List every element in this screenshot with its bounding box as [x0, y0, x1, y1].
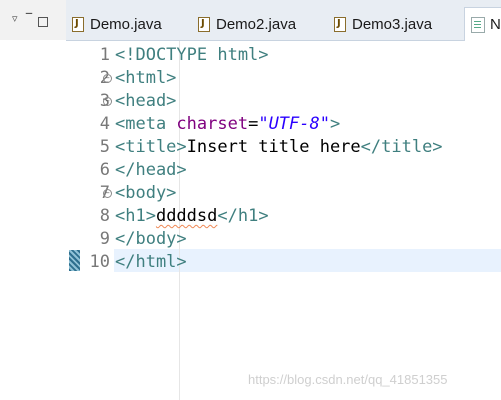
code-line[interactable]: 5 <title>Insert title here</title>: [66, 136, 501, 159]
tab-label: Ne: [490, 16, 501, 33]
code-token: ddddsd: [155, 206, 218, 226]
tab-label: Demo3.java: [352, 15, 433, 33]
code-token: <head>: [115, 91, 177, 111]
code-token: >: [329, 114, 341, 134]
line-number: 10: [89, 252, 110, 272]
code-token: <h1>: [115, 206, 156, 226]
editor-tab-bar: J Demo.java J Demo2.java J Demo3.java Ne: [66, 0, 501, 41]
code-text: <body>: [115, 182, 176, 205]
tab-demo-java[interactable]: J Demo.java: [72, 8, 162, 40]
maximize-icon[interactable]: [38, 17, 48, 27]
tab-label: Demo.java: [90, 15, 162, 33]
fold-toggle-icon[interactable]: −: [103, 74, 112, 83]
view-menu-icon[interactable]: ▿: [12, 12, 18, 26]
code-text: <title>Insert title here</title>: [115, 136, 443, 159]
html-file-icon: [471, 16, 485, 33]
view-toolbar: ▿ –: [0, 0, 66, 40]
line-number: 1: [99, 45, 110, 65]
watermark-text: https://blog.csdn.net/qq_41851355: [248, 372, 448, 387]
tab-active-html[interactable]: Ne: [464, 7, 501, 41]
code-text: </head>: [115, 159, 187, 182]
code-editor[interactable]: 1 <!DOCTYPE html> 2− <html> 3− <head> 4 <meta c…: [66, 41, 501, 400]
code-token: Insert title here: [186, 137, 361, 157]
code-token: </h1>: [217, 206, 269, 226]
line-number: 6: [99, 160, 110, 180]
code-token: <!DOCTYPE html>: [115, 45, 269, 65]
code-line[interactable]: 1 <!DOCTYPE html>: [66, 44, 501, 67]
line-number: 9: [99, 229, 110, 249]
left-view-panel: ▿ –: [0, 0, 67, 400]
java-file-icon: J: [72, 17, 84, 32]
code-text: </html>: [115, 251, 187, 274]
code-text: <meta charset="UTF-8">: [115, 113, 340, 136]
code-text: <html>: [115, 67, 176, 90]
code-token: </html>: [115, 252, 187, 272]
fold-toggle-icon[interactable]: −: [103, 189, 112, 198]
code-line[interactable]: 3− <head>: [66, 90, 501, 113]
code-token: </body>: [115, 229, 187, 249]
minimize-icon[interactable]: –: [25, 5, 33, 21]
code-token: <meta: [115, 114, 177, 134]
code-token: <html>: [115, 68, 177, 88]
tab-label: Demo2.java: [216, 15, 297, 33]
code-text: <h1>ddddsd</h1>: [115, 205, 269, 228]
code-line[interactable]: 9 </body>: [66, 228, 501, 251]
code-line[interactable]: 2− <html>: [66, 67, 501, 90]
tab-demo3-java[interactable]: J Demo3.java: [334, 8, 432, 40]
code-token: "UTF-8": [258, 114, 330, 134]
code-line[interactable]: 6 </head>: [66, 159, 501, 182]
code-line[interactable]: 8 <h1>ddddsd</h1>: [66, 205, 501, 228]
code-token: </title>: [360, 137, 443, 157]
tab-demo2-java[interactable]: J Demo2.java: [198, 8, 296, 40]
code-token: <body>: [115, 183, 177, 203]
line-number: 4: [99, 114, 110, 134]
code-token: <title>: [115, 137, 187, 157]
line-number: 5: [99, 137, 110, 157]
code-line[interactable]: 10 </html>: [66, 251, 501, 274]
code-line[interactable]: 4 <meta charset="UTF-8">: [66, 113, 501, 136]
code-token: </head>: [115, 160, 187, 180]
line-number: 8: [99, 206, 110, 226]
code-token: charset: [176, 114, 249, 134]
code-text: <head>: [115, 90, 176, 113]
code-line[interactable]: 7− <body>: [66, 182, 501, 205]
code-text: </body>: [115, 228, 187, 251]
java-file-icon: J: [334, 17, 346, 32]
fold-toggle-icon[interactable]: −: [103, 97, 112, 106]
code-text: <!DOCTYPE html>: [115, 44, 269, 67]
java-file-icon: J: [198, 17, 210, 32]
code-token: =: [248, 114, 259, 134]
